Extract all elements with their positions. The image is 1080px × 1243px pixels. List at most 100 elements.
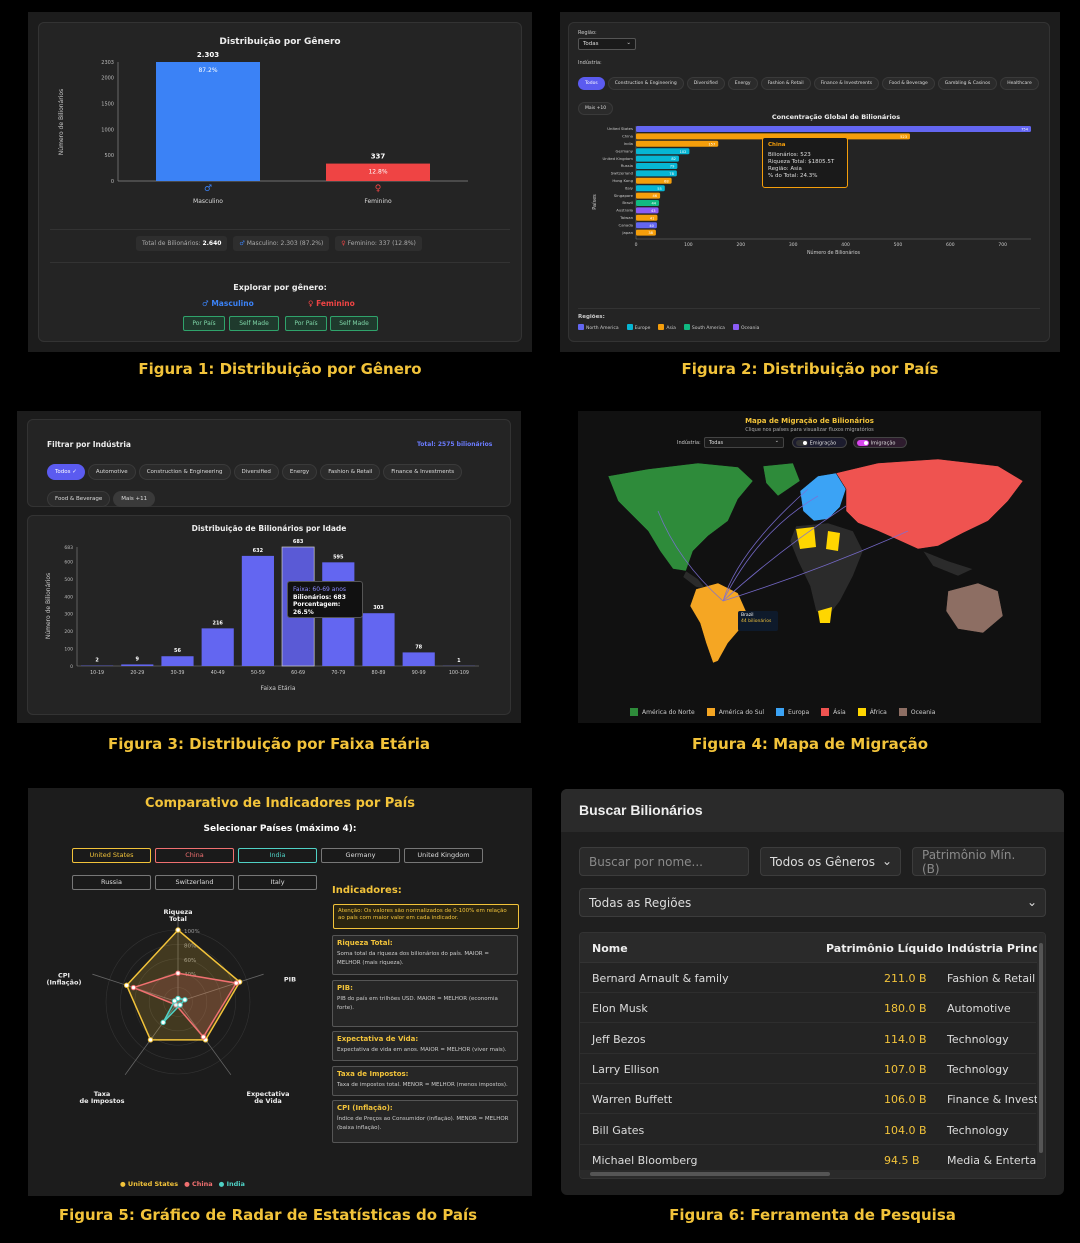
radar-point[interactable] [233,980,239,986]
radar-point[interactable] [200,1034,207,1040]
age-bar[interactable] [161,656,194,666]
legend-item: Oceania [898,708,935,716]
header-networth[interactable]: Patrimônio Líquido [826,942,943,955]
age-bar[interactable] [402,652,435,666]
x-tick-label: 700 [998,242,1007,248]
europe-region[interactable] [799,472,847,522]
header-name[interactable]: Nome [592,942,628,955]
radar-point[interactable] [177,1002,183,1008]
female-icon: ♀ [341,240,346,247]
explore-female-country-button[interactable]: Por País [285,316,327,331]
radar-axis-label: Expectativa de Vida [247,1090,290,1105]
radar-point[interactable] [175,970,181,976]
radar-point[interactable] [160,1019,166,1026]
table-header: Nome Patrimônio Líquido Indústria Princi… [580,933,1045,963]
country-bar[interactable] [636,126,1031,132]
bar-value-label: 754 [1021,128,1029,132]
bar-value-label: 68 [664,179,669,183]
explore-male-link[interactable]: ♂ Masculino [202,299,254,308]
country-label: United Kingdom [603,156,634,161]
legend-item: Ásia [821,708,846,716]
y-tick-label: 300 [64,612,73,618]
stat-total: Total de Bilionários: 2.640 [136,236,228,251]
table-row[interactable]: Jeff Bezos 114.0 B Technology [580,1024,1036,1054]
legend-label: South America [691,325,725,331]
cell-networth: 107.0 B [884,1062,927,1076]
bar-value-label: 1 [457,658,461,664]
male-icon: ♂ [239,240,245,247]
bar-value-label: 40 [649,224,654,228]
country-label: China [622,134,633,139]
explore-male-selfmade-button[interactable]: Self Made [229,316,279,331]
caption-figure-3: Figura 3: Distribuição por Faixa Etária [107,735,431,753]
greenland-region[interactable] [762,462,801,497]
gender-chart: 2303 2000 1500 1000 500 0 Número de Bilionário… [58,51,468,205]
country-label: Singapore [614,193,634,198]
table-row[interactable]: Bill Gates 104.0 B Technology [580,1115,1036,1145]
age-bar[interactable] [121,664,154,666]
bar-value-label: 102 [680,150,687,154]
age-chart: 683 600 500 400 300 200 100 0 2 10-19 9 20-29 56 30-3… [45,539,479,692]
gender-select[interactable]: Todos os Gêneros ⌄ [760,847,901,876]
header-industry[interactable]: Indústria Principal [947,942,1045,955]
x-tick-label: 100-109 [449,670,469,676]
y-tick-label: 200 [64,629,73,635]
country-bar[interactable] [636,140,719,147]
bar-value-label: 2.303 [197,51,219,59]
name-search-input[interactable]: Buscar por nome... [579,847,749,876]
table-row[interactable]: Larry Ellison 107.0 B Technology [580,1054,1036,1084]
africa-highlight-east[interactable] [826,531,840,551]
cell-name: Larry Ellison [592,1062,660,1076]
asia-region[interactable] [835,458,1024,550]
age-bar[interactable] [201,628,234,666]
table-row[interactable]: Bernard Arnault & family 211.0 B Fashion &… [580,963,1036,993]
oceania-region[interactable] [945,582,1004,634]
bar-value-label: 523 [900,135,907,139]
indicator-card: Riqueza Total: Soma total da riqueza dos … [332,935,518,975]
indicator-card: Expectativa de Vida: Expectativa de vida … [332,1031,518,1061]
bar-value-label: 79 [670,165,675,169]
table-row[interactable]: Warren Buffett 106.0 B Finance & Investmen… [580,1084,1045,1115]
radar-point[interactable] [175,927,181,933]
explore-male-country-button[interactable]: Por País [183,316,225,331]
radar-point[interactable] [123,982,130,989]
radar-axis-label: Riqueza Total [163,908,192,923]
migration-map[interactable] [578,411,1041,723]
radar-point[interactable] [147,1037,154,1043]
explore-female-selfmade-button[interactable]: Self Made [330,316,378,331]
indicator-description: Soma total da riqueza dos bilionários do… [337,951,489,966]
horizontal-scrollbar[interactable] [580,1170,1045,1178]
radar-point[interactable] [171,998,178,1004]
radar-point[interactable] [130,984,137,991]
radar-point[interactable] [182,997,188,1003]
bar-percent-label: 12.8% [368,169,387,176]
legend-swatch [578,324,584,330]
scrollbar-thumb[interactable] [1039,943,1043,1153]
age-bar[interactable] [241,555,274,666]
explore-female-link[interactable]: ♀ Feminino [308,299,355,308]
cell-industry: Technology [947,1062,1009,1076]
x-tick-label: 100 [684,242,693,248]
age-bar[interactable] [362,613,395,666]
bar-value-label: 55 [657,187,662,191]
radar-axis-label: PIB [284,976,296,984]
results-table: Nome Patrimônio Líquido Indústria Princi… [579,932,1046,1179]
cell-industry: Media & Entertainment [947,1153,1045,1167]
bar-value-label: 595 [333,554,344,560]
north-america-region[interactable] [607,462,754,572]
vertical-scrollbar[interactable] [1037,933,1045,1171]
radar-axis-label: Taxa de Impostos [80,1090,125,1105]
radar-legend-item: ● China [184,1180,213,1188]
legend-item: América do Sul [706,708,764,716]
legend-swatch [898,708,907,716]
legend-swatch [821,708,830,716]
cell-networth: 104.0 B [884,1123,927,1137]
min-networth-input[interactable]: Patrimônio Mín. (B) [912,847,1046,876]
x-category-label: Feminino [364,198,392,205]
region-select[interactable]: Todas as Regiões ⌄ [579,888,1046,917]
table-row[interactable]: Elon Musk 180.0 B Automotive [580,993,1036,1024]
scrollbar-thumb[interactable] [590,1172,830,1176]
y-axis-title: Número de Bilionários [45,573,52,639]
bar-masculino[interactable] [156,62,260,181]
x-tick-label: 80-89 [372,670,386,676]
